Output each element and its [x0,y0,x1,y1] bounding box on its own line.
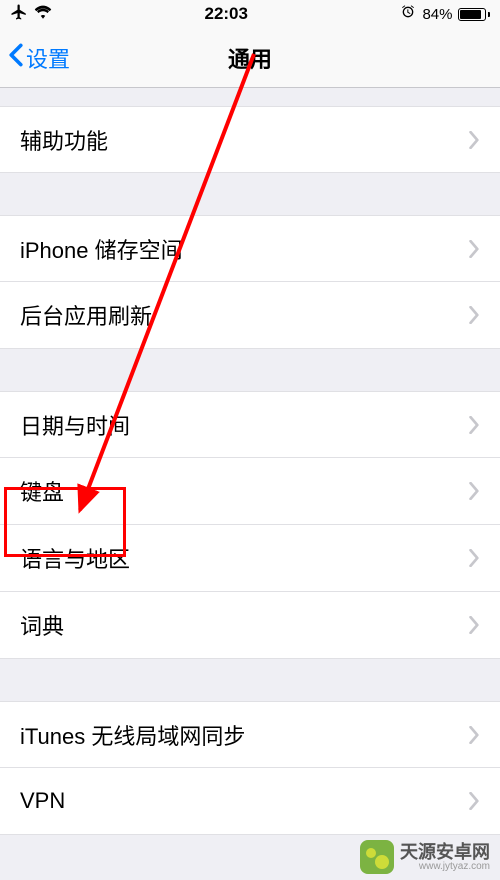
page-title: 通用 [0,42,500,74]
chevron-right-icon [469,726,480,744]
watermark: 天源安卓网 www.jytyaz.com [360,840,490,874]
back-label: 设置 [26,42,70,74]
battery-icon [458,8,490,21]
chevron-right-icon [469,482,480,500]
watermark-url: www.jytyaz.com [400,861,490,872]
settings-group: 辅助功能 [0,106,500,173]
wifi-icon [34,5,52,23]
watermark-brand: 天源安卓网 [400,843,490,861]
settings-row-label: 日期与时间 [20,409,130,441]
settings-row[interactable]: 日期与时间 [0,391,500,458]
chevron-right-icon [469,306,480,324]
back-button[interactable]: 设置 [0,42,70,74]
settings-row-label: 后台应用刷新 [20,299,152,331]
settings-row-label: 语言与地区 [20,542,130,574]
settings-row-label: 词典 [20,609,64,641]
settings-row-label: iPhone 储存空间 [20,233,183,265]
settings-row[interactable]: iPhone 储存空间 [0,215,500,282]
airplane-mode-icon [10,3,28,25]
settings-row-label: 辅助功能 [20,124,108,156]
settings-group: iPhone 储存空间后台应用刷新 [0,215,500,349]
settings-row[interactable]: 键盘 [0,458,500,525]
battery-percentage: 84% [422,6,452,23]
settings-row-label: iTunes 无线局域网同步 [20,719,245,751]
settings-row[interactable]: 语言与地区 [0,525,500,592]
settings-row[interactable]: VPN [0,768,500,835]
chevron-right-icon [469,240,480,258]
settings-group: 日期与时间键盘语言与地区词典 [0,391,500,659]
settings-row-label: VPN [20,788,65,814]
chevron-right-icon [469,131,480,149]
chevron-right-icon [469,416,480,434]
watermark-logo-icon [360,840,394,874]
settings-row[interactable]: 辅助功能 [0,106,500,173]
nav-bar: 设置 通用 [0,28,500,88]
chevron-left-icon [8,43,26,73]
chevron-right-icon [469,549,480,567]
chevron-right-icon [469,616,480,634]
settings-group: iTunes 无线局域网同步 VPN [0,701,500,835]
statusbar-time: 22:03 [204,4,247,24]
settings-row[interactable]: iTunes 无线局域网同步 [0,701,500,768]
settings-row-label: 键盘 [20,475,64,507]
status-bar: 22:03 84% [0,0,500,28]
alarm-icon [400,4,416,24]
settings-row[interactable]: 词典 [0,592,500,659]
chevron-right-icon [469,792,480,810]
settings-row[interactable]: 后台应用刷新 [0,282,500,349]
